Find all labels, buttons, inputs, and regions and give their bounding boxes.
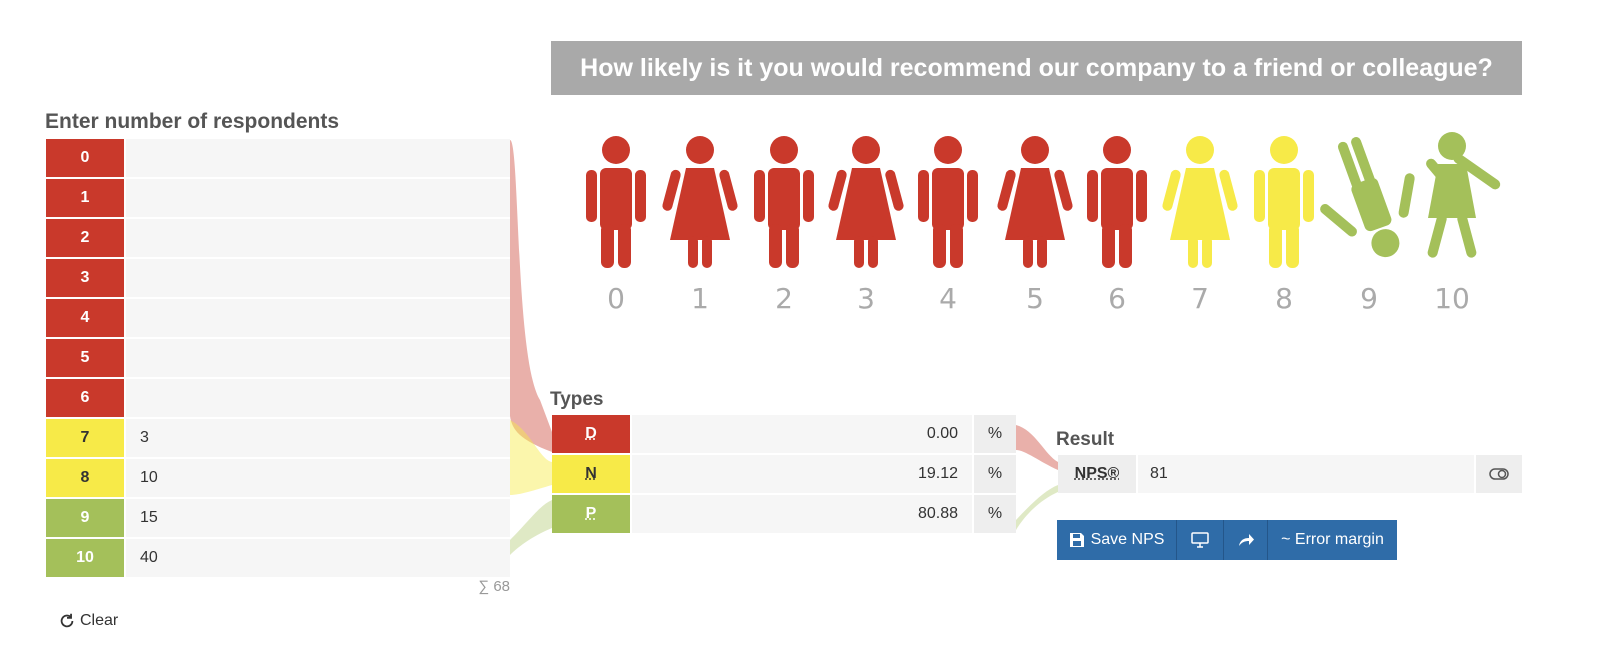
- type-percentage: 19.12: [632, 455, 972, 493]
- scale-number: 3: [857, 282, 875, 315]
- figure-9: 9: [1320, 137, 1415, 315]
- score-label: 4: [46, 299, 124, 337]
- scale-number: 5: [1026, 282, 1044, 315]
- question-banner: How likely is it you would recommend our…: [551, 41, 1522, 95]
- score-row: 10 40: [46, 539, 510, 577]
- floppy-disk-icon: [1069, 533, 1084, 547]
- nps-figures: 0 1 2 3 4 5 6 7 8 9 10: [586, 132, 1501, 315]
- score-label: 8: [46, 459, 124, 497]
- score-label: 10: [46, 539, 124, 577]
- type-row: N 19.12%: [552, 455, 1016, 493]
- scale-number: 10: [1434, 282, 1470, 315]
- score-row: 0: [46, 139, 510, 177]
- score-row: 8 10: [46, 459, 510, 497]
- toggle-icon: [1489, 468, 1509, 480]
- figure-5: 5: [997, 136, 1073, 315]
- type-row: D 0.00%: [552, 415, 1016, 453]
- percent-unit: %: [974, 455, 1016, 493]
- figure-7: 7: [1162, 136, 1238, 315]
- score-count-input[interactable]: 10: [126, 459, 510, 497]
- scale-number: 4: [939, 282, 957, 315]
- score-label: 9: [46, 499, 124, 537]
- nps-label: NPS®: [1058, 455, 1136, 493]
- clear-button[interactable]: Clear: [58, 612, 118, 630]
- score-row: 73: [46, 419, 510, 457]
- score-count-input[interactable]: [126, 379, 510, 417]
- figure-4: 4: [918, 136, 978, 315]
- score-label: 2: [46, 219, 124, 257]
- scale-number: 6: [1108, 282, 1126, 315]
- error-margin-button[interactable]: ~ Error margin: [1268, 520, 1397, 560]
- present-button[interactable]: [1177, 520, 1224, 560]
- score-label: 1: [46, 179, 124, 217]
- monitor-icon: [1191, 532, 1209, 548]
- score-label: 6: [46, 379, 124, 417]
- share-arrow-icon: [1238, 534, 1254, 546]
- figure-1: 1: [662, 136, 738, 315]
- figure-8: 8: [1254, 136, 1314, 315]
- score-count-input[interactable]: [126, 139, 510, 177]
- score-row: 3: [46, 259, 510, 297]
- types-title: Types: [550, 389, 604, 410]
- figure-3: 3: [828, 136, 904, 315]
- scale-number: 0: [607, 282, 625, 315]
- toggle-button[interactable]: [1476, 455, 1522, 493]
- save-nps-button[interactable]: Save NPS: [1057, 520, 1177, 560]
- percent-unit: %: [974, 415, 1016, 453]
- score-row: 1: [46, 179, 510, 217]
- type-percentage: 0.00: [632, 415, 972, 453]
- nps-value: 81: [1138, 455, 1474, 493]
- score-count-input[interactable]: 15: [126, 499, 510, 537]
- save-nps-label: Save NPS: [1090, 531, 1165, 548]
- refresh-icon: [60, 613, 74, 628]
- score-count-input[interactable]: [126, 299, 510, 337]
- score-count-input[interactable]: [126, 259, 510, 297]
- score-row: 5: [46, 339, 510, 377]
- score-label: 7: [46, 419, 124, 457]
- scale-number: 2: [775, 282, 793, 315]
- clear-label: Clear: [80, 612, 119, 629]
- scale-number: 9: [1360, 282, 1378, 315]
- result-toolbar: Save NPS ~ Error margin: [1057, 520, 1397, 560]
- type-label: P: [552, 495, 630, 533]
- share-button[interactable]: [1224, 520, 1268, 560]
- score-count-input[interactable]: 40: [126, 539, 510, 577]
- score-row: 6: [46, 379, 510, 417]
- score-count-input[interactable]: [126, 219, 510, 257]
- score-count-input[interactable]: 3: [126, 419, 510, 457]
- score-row: 4: [46, 299, 510, 337]
- respondents-sum: ∑ 68: [478, 578, 510, 595]
- score-label: 3: [46, 259, 124, 297]
- scale-number: 7: [1191, 282, 1209, 315]
- type-label: D: [552, 415, 630, 453]
- score-row: 9 15: [46, 499, 510, 537]
- figure-6: 6: [1087, 136, 1147, 315]
- score-row: 2: [46, 219, 510, 257]
- type-label: N: [552, 455, 630, 493]
- result-title: Result: [1056, 429, 1115, 450]
- score-count-input[interactable]: [126, 179, 510, 217]
- scale-number: 1: [691, 282, 709, 315]
- figure-2: 2: [754, 136, 814, 315]
- score-count-input[interactable]: [126, 339, 510, 377]
- type-row: P 80.88%: [552, 495, 1016, 533]
- percent-unit: %: [974, 495, 1016, 533]
- type-percentage: 80.88: [632, 495, 972, 533]
- score-label: 5: [46, 339, 124, 377]
- figure-0: 0: [586, 136, 646, 315]
- figure-10: 10: [1426, 132, 1501, 315]
- respondents-title: Enter number of respondents: [45, 110, 340, 133]
- scale-number: 8: [1275, 282, 1293, 315]
- score-label: 0: [46, 139, 124, 177]
